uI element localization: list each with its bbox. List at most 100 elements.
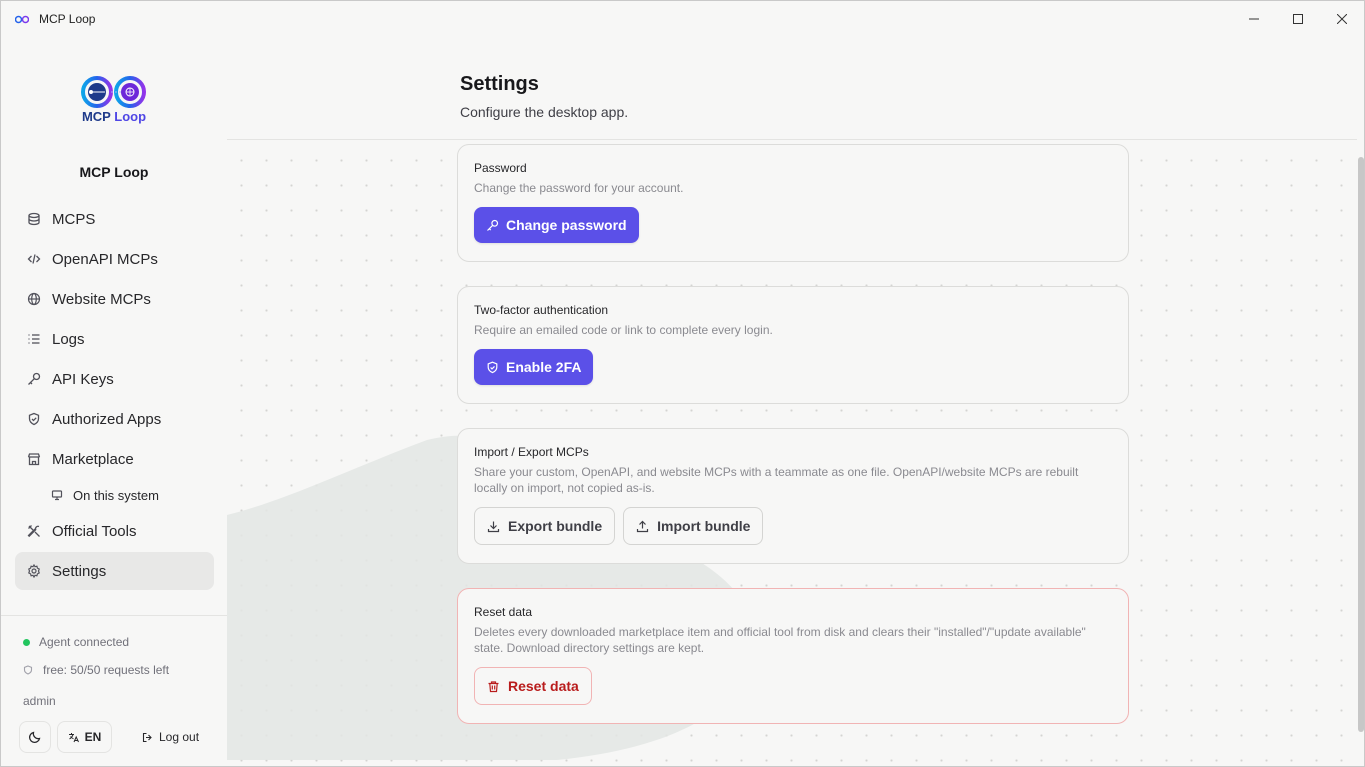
maximize-icon (1293, 14, 1303, 24)
minimize-icon (1249, 18, 1259, 20)
sidebar-item-label: Marketplace (52, 450, 134, 468)
logout-icon (142, 732, 152, 742)
page-title: Settings (460, 73, 539, 95)
reset-data-card: Reset data Deletes every downloaded mark… (457, 588, 1129, 724)
shield-icon (27, 412, 41, 426)
moon-icon (28, 731, 41, 744)
sidebar-item-mcps[interactable]: MCPS (15, 200, 214, 238)
sidebar-item-marketplace[interactable]: Marketplace (15, 440, 214, 478)
logout-label: Log out (159, 730, 200, 744)
status-dot-icon (23, 638, 30, 646)
status-panel: Agent connected free: 50/50 requests lef… (23, 628, 169, 684)
import-export-card: Import / Export MCPs Share your custom, … (457, 428, 1129, 564)
shield-icon (487, 361, 498, 373)
card-title: Two-factor authentication (474, 303, 609, 317)
plan-status-text: free: 50/50 requests left (43, 663, 170, 677)
card-title: Import / Export MCPs (474, 445, 589, 459)
sidebar-item-api-keys[interactable]: API Keys (15, 360, 214, 398)
infinity-logo-icon (81, 76, 146, 108)
sidebar-item-label: Authorized Apps (52, 410, 162, 428)
card-title: Password (474, 161, 527, 175)
sidebar-item-website-mcps[interactable]: Website MCPs (15, 280, 214, 318)
sidebar-item-label: Official Tools (52, 522, 137, 540)
card-description: Change the password for your account. (474, 181, 684, 195)
maximize-button[interactable] (1276, 1, 1320, 37)
reset-data-button[interactable]: Reset data (474, 667, 592, 705)
download-icon (487, 521, 500, 532)
key-icon (27, 372, 41, 386)
agent-status-text: Agent connected (39, 635, 130, 649)
code-icon (27, 252, 41, 266)
window-title: MCP Loop (39, 12, 96, 26)
theme-toggle-button[interactable] (19, 721, 51, 753)
page-subtitle: Configure the desktop app. (460, 104, 629, 120)
sidebar-nav: MCPS OpenAPI MCPs Website MCPs Logs API … (15, 200, 214, 592)
sidebar-item-label: Website MCPs (52, 290, 151, 308)
minimize-button[interactable] (1232, 1, 1276, 37)
close-button[interactable] (1320, 1, 1364, 37)
list-icon (27, 332, 41, 346)
button-label: Import bundle (657, 518, 751, 534)
settings-content: Password Change the password for your ac… (227, 139, 1357, 766)
card-description: Deletes every downloaded marketplace ite… (474, 625, 1086, 655)
sidebar-item-openapi-mcps[interactable]: OpenAPI MCPs (15, 240, 214, 278)
brand-name: MCP Loop (79, 164, 149, 180)
button-label: Enable 2FA (506, 359, 582, 375)
store-icon (27, 452, 41, 466)
button-label: Change password (506, 217, 627, 233)
plan-status: free: 50/50 requests left (23, 656, 169, 684)
sidebar-item-label: Settings (52, 562, 107, 580)
sidebar-item-on-this-system[interactable]: On this system (15, 480, 214, 510)
globe-icon (27, 292, 41, 306)
main-header: Settings Configure the desktop app. (227, 37, 1364, 140)
key-icon (487, 219, 499, 231)
export-bundle-button[interactable]: Export bundle (474, 507, 616, 545)
two-factor-card: Two-factor authentication Require an ema… (457, 286, 1129, 404)
window-controls (1232, 1, 1364, 37)
card-description: Require an emailed code or link to compl… (474, 323, 773, 337)
sidebar-footer: EN Log out (19, 721, 199, 753)
monitor-icon (51, 489, 63, 501)
language-button[interactable]: EN (57, 721, 112, 753)
logo-text-main: MCP (81, 109, 111, 124)
logout-button[interactable]: Log out (142, 730, 199, 744)
scrollbar[interactable] (1358, 157, 1364, 732)
enable-2fa-button[interactable]: Enable 2FA (474, 349, 594, 385)
sidebar-item-logs[interactable]: Logs (15, 320, 214, 358)
card-title: Reset data (474, 605, 533, 619)
sidebar-item-label: API Keys (52, 370, 114, 388)
button-label: Export bundle (508, 518, 603, 534)
logo-text: MCP Loop (71, 109, 157, 124)
sidebar: MCP Loop MCP Loop MCPS OpenAPI MCPs Webs… (1, 37, 227, 766)
button-label: Reset data (508, 678, 579, 694)
sidebar-item-label: On this system (73, 487, 159, 503)
shield-small-icon (23, 665, 33, 675)
app-window: MCP Loop MCP Loop MCP Loop MCPS OpenAPI … (0, 0, 1365, 767)
sidebar-item-label: Logs (52, 330, 85, 348)
password-card: Password Change the password for your ac… (457, 144, 1129, 262)
trash-icon (488, 680, 499, 692)
change-password-button[interactable]: Change password (474, 207, 639, 243)
sidebar-item-label: OpenAPI MCPs (52, 250, 158, 268)
import-bundle-button[interactable]: Import bundle (623, 507, 764, 545)
sidebar-divider (1, 615, 227, 616)
agent-status: Agent connected (23, 628, 169, 656)
card-description: Share your custom, OpenAPI, and website … (474, 465, 1079, 495)
upload-icon (637, 520, 649, 532)
sidebar-item-authorized-apps[interactable]: Authorized Apps (15, 400, 214, 438)
gear-icon (27, 564, 41, 578)
translate-icon (68, 732, 79, 742)
logo-text-accent: Loop (114, 109, 147, 124)
tools-icon (27, 524, 41, 538)
language-label: EN (84, 730, 102, 744)
username: admin (23, 694, 56, 708)
sidebar-item-settings[interactable]: Settings (15, 552, 214, 590)
title-bar: MCP Loop (1, 1, 1364, 37)
logo: MCP Loop (71, 75, 157, 127)
database-icon (27, 212, 41, 226)
sidebar-item-label: MCPS (52, 210, 96, 228)
close-icon (1337, 14, 1347, 24)
button-row: Export bundle Import bundle (474, 507, 1112, 545)
app-logo-icon (15, 13, 31, 25)
sidebar-item-official-tools[interactable]: Official Tools (15, 512, 214, 550)
